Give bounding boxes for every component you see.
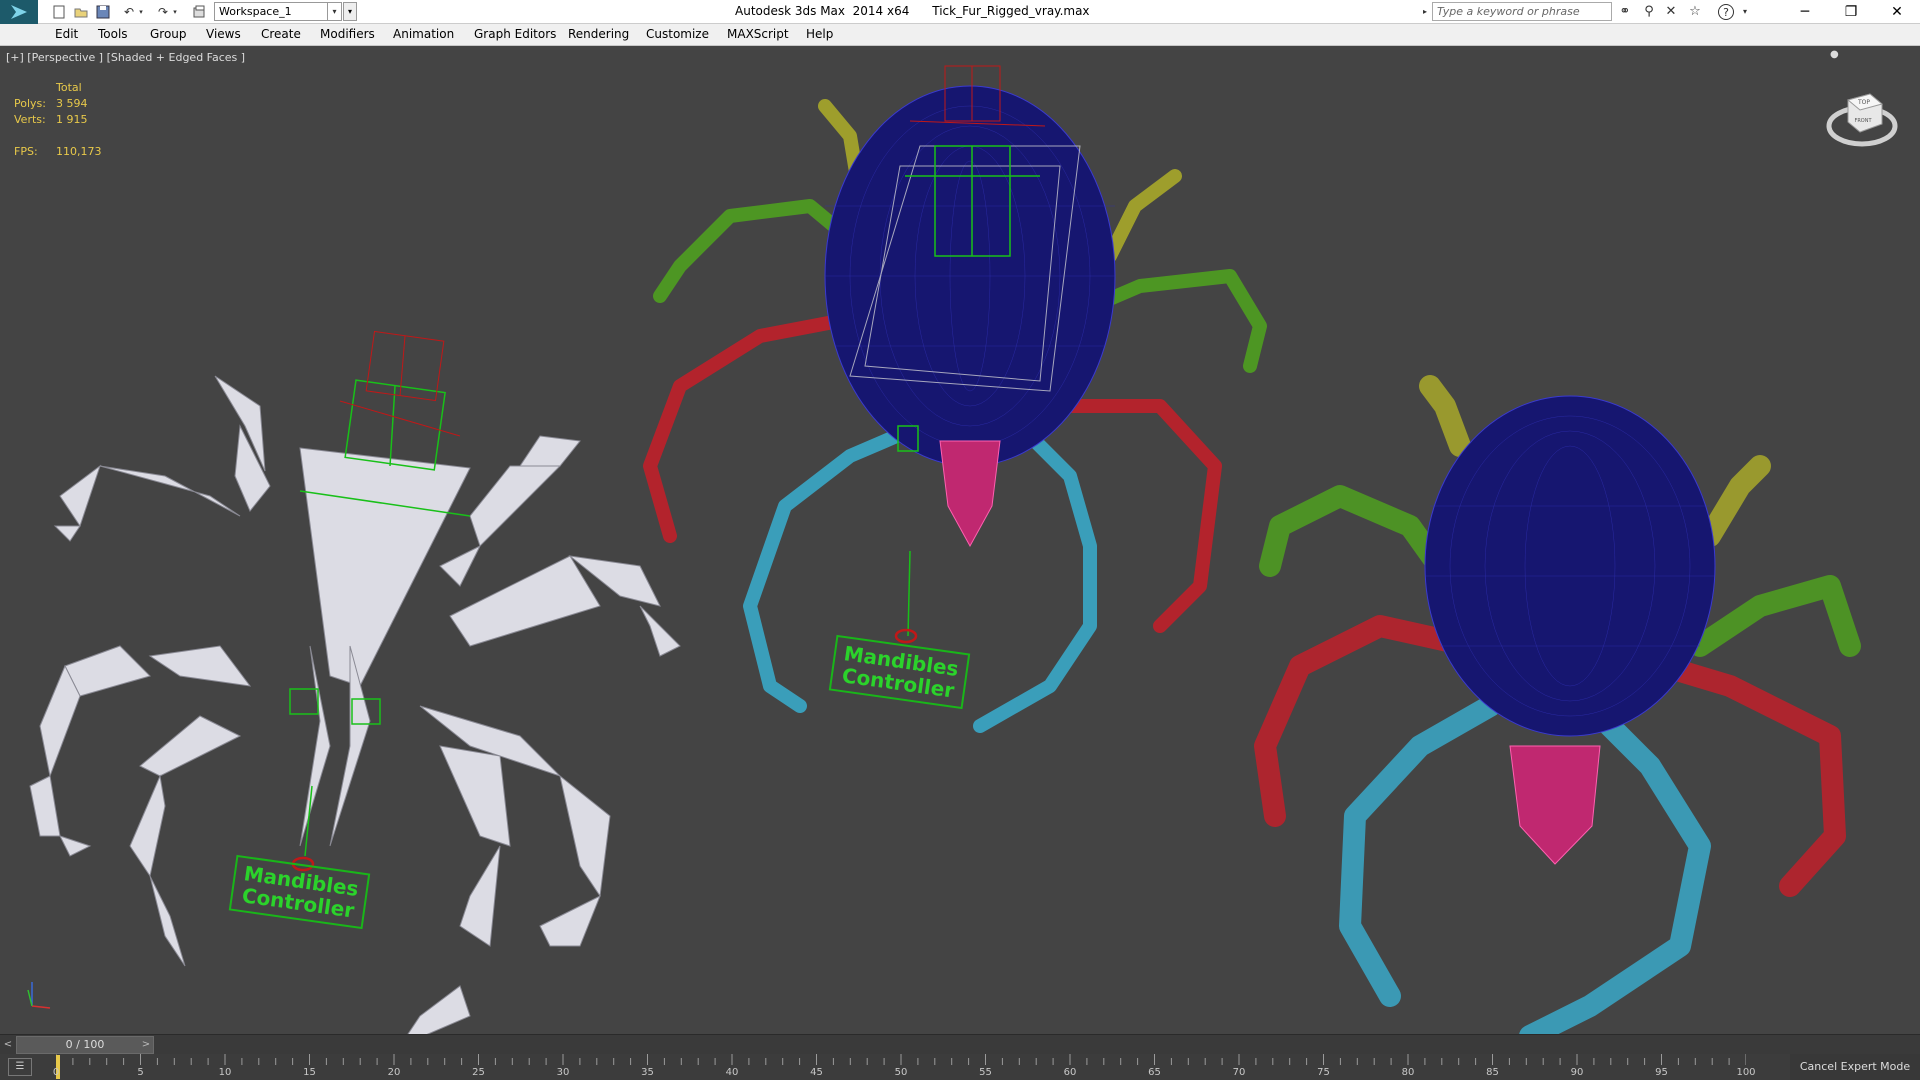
- time-slider-value: 0 / 100: [65, 1038, 105, 1051]
- frame-tick-label: 30: [556, 1067, 570, 1078]
- tick-rigged-model[interactable]: [600, 46, 1320, 1034]
- undo-dropdown-icon[interactable]: ▾: [136, 3, 146, 21]
- frame-tick-label: 85: [1486, 1067, 1499, 1078]
- cancel-expert-mode-button[interactable]: Cancel Expert Mode: [1790, 1054, 1920, 1080]
- mini-curve-editor-icon[interactable]: ☰: [8, 1058, 32, 1076]
- menu-views[interactable]: Views: [206, 27, 241, 41]
- menu-maxscript[interactable]: MAXScript: [727, 27, 789, 41]
- menu-graph-editors[interactable]: Graph Editors: [474, 27, 556, 41]
- menu-rendering[interactable]: Rendering: [568, 27, 629, 41]
- 3dsmax-logo-icon: [11, 5, 27, 19]
- menu-edit[interactable]: Edit: [55, 27, 78, 41]
- new-file-icon[interactable]: [50, 3, 68, 21]
- frame-tick-label: 70: [1232, 1067, 1246, 1078]
- menu-tools[interactable]: Tools: [98, 27, 128, 41]
- menu-bar: Edit Tools Group Views Create Modifiers …: [0, 24, 1920, 46]
- workspace-value: Workspace_1: [219, 5, 292, 18]
- frame-tick-label: 60: [1063, 1067, 1077, 1078]
- close-button[interactable]: ✕: [1874, 0, 1920, 24]
- menu-customize[interactable]: Customize: [646, 27, 709, 41]
- menu-create[interactable]: Create: [261, 27, 301, 41]
- communication-center-icon[interactable]: ✕: [1662, 3, 1680, 21]
- save-icon[interactable]: [94, 3, 112, 21]
- frame-tick-label: 25: [472, 1067, 485, 1078]
- workspace-options-button[interactable]: ▾: [343, 2, 357, 21]
- window-title: Autodesk 3ds Max 2014 x64 Tick_Fur_Rigge…: [735, 4, 1090, 18]
- subscription-center-icon[interactable]: ⚲: [1640, 3, 1658, 21]
- search-expand-icon[interactable]: ▸: [1419, 2, 1431, 21]
- frame-tick-label: 15: [303, 1067, 316, 1078]
- previous-frame-icon[interactable]: <: [2, 1037, 14, 1053]
- perspective-viewport[interactable]: [+] [Perspective ] [Shaded + Edged Faces…: [0, 46, 1920, 1034]
- time-slider-bar: < 0 / 100 >: [0, 1034, 1920, 1054]
- frame-tick-label: 20: [387, 1067, 401, 1078]
- app-menu-button[interactable]: [0, 0, 38, 24]
- menu-animation[interactable]: Animation: [393, 27, 454, 41]
- tick-fur-model[interactable]: [1230, 46, 1890, 1034]
- menu-help[interactable]: Help: [806, 27, 833, 41]
- chevron-down-icon: ▾: [327, 3, 341, 20]
- tick-fur-body-mesh[interactable]: [1424, 395, 1716, 737]
- tick-fur-mandibles-mesh[interactable]: [1509, 745, 1601, 865]
- axis-tripod-icon: [27, 982, 51, 1009]
- frame-tick-label: 90: [1570, 1067, 1584, 1078]
- track-bar: ☰ 0 5 10 15 20 25 30 35 40 45 50 55 60 65 70 75 80 85 90 95…: [0, 1054, 1920, 1080]
- next-frame-icon[interactable]: >: [140, 1037, 152, 1053]
- menu-group[interactable]: Group: [150, 27, 187, 41]
- frame-tick-label: 80: [1401, 1067, 1415, 1078]
- binoculars-icon[interactable]: ⚭: [1616, 3, 1634, 21]
- frame-tick-label: 95: [1655, 1067, 1668, 1078]
- frame-tick-label: 75: [1317, 1067, 1330, 1078]
- frame-tick-label: 65: [1148, 1067, 1161, 1078]
- favorites-star-icon[interactable]: ☆: [1686, 3, 1704, 21]
- menu-modifiers[interactable]: Modifiers: [320, 27, 375, 41]
- project-folder-icon[interactable]: [190, 3, 208, 21]
- redo-dropdown-icon[interactable]: ▾: [170, 3, 180, 21]
- title-bar: ↶ ▾ ↷ ▾ Workspace_1 ▾ ▾ Autodesk 3ds Max…: [0, 0, 1920, 24]
- frame-tick-label: 0: [52, 1067, 60, 1078]
- open-icon[interactable]: [72, 3, 90, 21]
- frame-tick-label: 5: [137, 1067, 144, 1078]
- time-slider[interactable]: 0 / 100: [16, 1036, 154, 1054]
- minimize-button[interactable]: ─: [1782, 0, 1828, 24]
- help-icon[interactable]: ?: [1718, 4, 1734, 20]
- frame-tick-label: 55: [979, 1067, 992, 1078]
- mandibles-mesh[interactable]: [939, 440, 1001, 548]
- restore-button[interactable]: ❐: [1828, 0, 1874, 24]
- frame-tick-label: 50: [894, 1067, 908, 1078]
- search-input[interactable]: Type a keyword or phrase: [1432, 2, 1612, 21]
- frame-tick-label: 45: [810, 1067, 823, 1078]
- frame-tick-label: 35: [641, 1067, 654, 1078]
- frame-tick-label: 40: [725, 1067, 739, 1078]
- help-dropdown-icon[interactable]: ▾: [1740, 3, 1750, 21]
- frame-tick-label: 10: [218, 1067, 232, 1078]
- workspace-select[interactable]: Workspace_1 ▾: [214, 2, 342, 21]
- frame-tick-label: 100: [1736, 1067, 1756, 1078]
